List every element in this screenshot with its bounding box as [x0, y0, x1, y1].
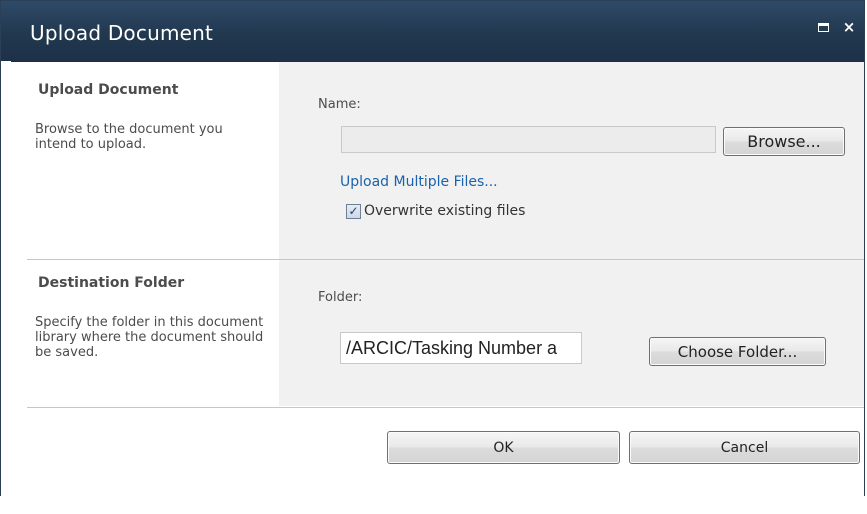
upload-section-field-column: Name: Browse... Upload Multiple Files...…: [279, 62, 864, 259]
overwrite-option: ✓ Overwrite existing files: [346, 203, 525, 219]
upload-section-label-column: Upload Document Browse to the document y…: [27, 62, 279, 259]
window-controls: ×: [806, 18, 858, 36]
dialog-left-edge: [1, 61, 11, 497]
dialog-titlebar[interactable]: Upload Document ×: [1, 1, 864, 62]
cancel-button[interactable]: Cancel: [629, 431, 860, 464]
upload-section-heading: Upload Document: [38, 82, 179, 98]
overwrite-checkbox[interactable]: ✓: [346, 203, 361, 219]
dialog-footer: OK Cancel: [11, 408, 864, 496]
folder-section-description: Specify the folder in this document libr…: [35, 315, 264, 360]
folder-input[interactable]: /ARCIC/Tasking Number a: [340, 332, 582, 364]
browse-button[interactable]: Browse...: [723, 127, 845, 156]
folder-section: Destination Folder Specify the folder in…: [27, 260, 864, 406]
close-button[interactable]: ×: [840, 18, 858, 36]
check-icon: ✓: [348, 204, 359, 218]
folder-label: Folder:: [318, 290, 363, 305]
maximize-icon: [817, 22, 829, 32]
upload-document-dialog: Upload Document × Upload Document Browse…: [0, 0, 865, 497]
file-name-input[interactable]: [341, 126, 716, 153]
choose-folder-button[interactable]: Choose Folder...: [649, 337, 826, 366]
upload-section: Upload Document Browse to the document y…: [27, 62, 864, 259]
folder-section-label-column: Destination Folder Specify the folder in…: [27, 260, 279, 406]
upload-multiple-files-link[interactable]: Upload Multiple Files...: [340, 174, 498, 190]
name-label: Name:: [318, 97, 361, 112]
dialog-title: Upload Document: [30, 21, 214, 45]
ok-button[interactable]: OK: [387, 431, 620, 464]
maximize-button[interactable]: [814, 18, 832, 36]
upload-section-description: Browse to the document you intend to upl…: [35, 122, 223, 152]
folder-section-heading: Destination Folder: [38, 275, 185, 291]
overwrite-label[interactable]: Overwrite existing files: [364, 203, 525, 219]
close-icon: ×: [842, 17, 856, 36]
folder-section-field-column: Folder: /ARCIC/Tasking Number a Choose F…: [279, 260, 864, 406]
